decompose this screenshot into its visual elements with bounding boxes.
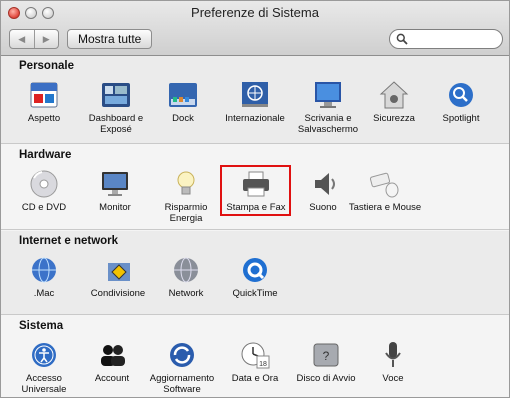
quicktime-icon — [239, 255, 271, 285]
section-internet-network: Internet e network .Mac Condivisione Net… — [1, 231, 509, 315]
accessibility-icon — [28, 340, 60, 370]
pref-accesso-universale[interactable]: Accesso Universale — [7, 340, 81, 395]
microphone-icon — [377, 340, 409, 370]
clock-icon: 18 — [239, 340, 271, 370]
pref-data-ora[interactable]: 18 Data e Ora — [218, 340, 292, 384]
window-title: Preferenze di Sistema — [191, 5, 319, 20]
pref-dashboard[interactable]: Dashboard e Exposé — [79, 80, 153, 135]
title-bar: Preferenze di Sistema ◀ ▶ Mostra tutte — [1, 1, 509, 56]
pref-spotlight[interactable]: Spotlight — [424, 80, 498, 124]
pref-risparmio-energia[interactable]: Risparmio Energia — [149, 169, 223, 224]
calendar-day: 18 — [259, 361, 267, 368]
section-title: Hardware — [19, 149, 72, 161]
system-preferences-window: Preferenze di Sistema ◀ ▶ Mostra tutte P… — [0, 0, 510, 398]
forward-button[interactable]: ▶ — [33, 30, 59, 48]
keyboard-mouse-icon — [369, 169, 401, 199]
disc-icon — [28, 169, 60, 199]
show-all-button[interactable]: Mostra tutte — [67, 29, 153, 49]
svg-text:?: ? — [323, 349, 330, 363]
software-update-icon — [166, 340, 198, 370]
pref-dock[interactable]: Dock — [146, 80, 220, 124]
network-icon — [170, 255, 202, 285]
pref-network[interactable]: Network — [149, 255, 223, 299]
pref-scrivania[interactable]: Scrivania e Salvaschermo — [291, 80, 365, 135]
pref-mac[interactable]: .Mac — [7, 255, 81, 299]
section-personale: Personale Aspetto Dashboard e Exposé Doc… — [1, 56, 509, 144]
pref-aspetto[interactable]: Aspetto — [7, 80, 81, 124]
section-title: Internet e network — [19, 235, 119, 247]
pref-cd-dvd[interactable]: CD e DVD — [7, 169, 81, 213]
pref-disco-avvio[interactable]: ? Disco di Avvio — [289, 340, 363, 384]
back-button[interactable]: ◀ — [10, 30, 34, 48]
pref-sicurezza[interactable]: Sicurezza — [357, 80, 431, 124]
pref-condivisione[interactable]: Condivisione — [81, 255, 155, 299]
sharing-icon — [102, 255, 134, 285]
appearance-icon — [28, 80, 60, 110]
back-forward-control: ◀ ▶ — [9, 29, 59, 49]
house-lock-icon — [378, 80, 410, 110]
search-field[interactable] — [389, 29, 503, 49]
desktop-icon — [312, 80, 344, 110]
pref-voce[interactable]: Voce — [356, 340, 430, 384]
pref-internazionale[interactable]: Internazionale — [218, 80, 292, 124]
globe-flag-icon — [239, 80, 271, 110]
spotlight-icon — [445, 80, 477, 110]
speaker-icon — [307, 169, 339, 199]
mac-globe-icon — [28, 255, 60, 285]
monitor-icon — [99, 169, 131, 199]
accounts-icon — [96, 340, 128, 370]
pref-quicktime[interactable]: QuickTime — [218, 255, 292, 299]
lightbulb-icon — [170, 169, 202, 199]
startup-disk-icon: ? — [310, 340, 342, 370]
stampa-fax-highlight — [220, 165, 291, 216]
section-title: Sistema — [19, 320, 64, 332]
search-input[interactable] — [410, 31, 498, 49]
pref-account[interactable]: Account — [75, 340, 149, 384]
dashboard-icon — [100, 80, 132, 110]
dock-icon — [167, 80, 199, 110]
search-icon — [396, 33, 408, 45]
pref-aggiornamento-software[interactable]: Aggiornamento Software — [145, 340, 219, 395]
pref-monitor[interactable]: Monitor — [78, 169, 152, 213]
pref-tastiera-mouse[interactable]: Tastiera e Mouse — [348, 169, 422, 213]
section-sistema: Sistema Accesso Universale Account Aggio… — [1, 316, 509, 398]
section-title: Personale — [19, 60, 74, 72]
